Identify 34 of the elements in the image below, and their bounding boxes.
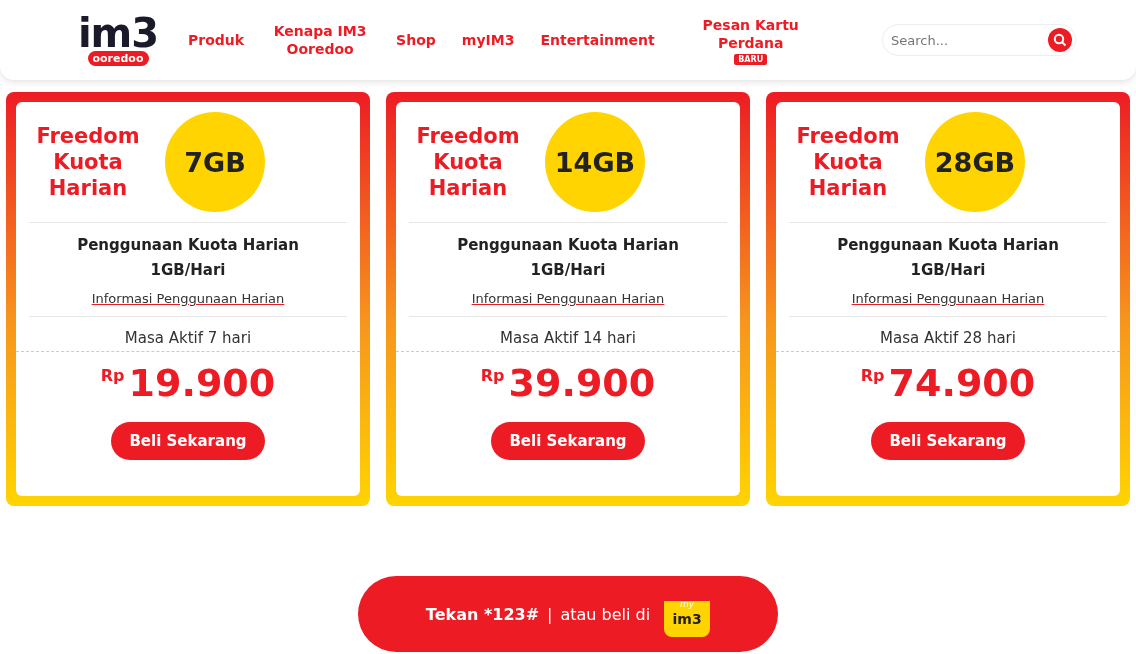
validity-text: Masa Aktif 28 hari: [880, 329, 1016, 347]
ussd-banner-button[interactable]: Tekan *123# | atau beli di my im3: [358, 576, 778, 652]
price-text: 39.900: [508, 360, 656, 406]
currency-label: Rp: [480, 366, 505, 385]
nav-link[interactable]: myIM3: [461, 31, 515, 49]
validity-text: Masa Aktif 14 hari: [500, 329, 636, 347]
usage-text: Penggunaan Kuota Harian 1GB/Hari: [456, 235, 680, 281]
info-link[interactable]: Informasi Penggunaan Harian: [851, 291, 1045, 306]
new-badge: BARU: [734, 53, 768, 65]
package-title: Freedom Kuota Harian: [35, 123, 141, 201]
quota-bubble: 7GB: [165, 112, 265, 212]
info-link[interactable]: Informasi Penggunaan Harian: [471, 291, 665, 306]
nav-link[interactable]: Shop: [396, 31, 436, 49]
buy-button[interactable]: Beli Sekarang: [491, 422, 645, 460]
brand-logo[interactable]: im3 ooredoo: [76, 14, 160, 66]
quota-bubble: 14GB: [545, 112, 645, 212]
buy-button[interactable]: Beli Sekarang: [111, 422, 265, 460]
price-text: 19.900: [128, 360, 276, 406]
quota-bubble: 28GB: [925, 112, 1025, 212]
usage-text: Penggunaan Kuota Harian 1GB/Hari: [836, 235, 1060, 281]
currency-label: Rp: [860, 366, 885, 385]
nav-link[interactable]: Pesan Kartu Perdana: [700, 15, 801, 52]
usage-text: Penggunaan Kuota Harian 1GB/Hari: [76, 235, 300, 281]
info-link[interactable]: Informasi Penggunaan Harian: [91, 291, 285, 306]
nav-link[interactable]: Kenapa IM3 Ooredoo: [270, 22, 371, 58]
validity-text: Masa Aktif 7 hari: [124, 329, 252, 347]
nav-link[interactable]: Entertainment: [540, 31, 655, 49]
buy-button[interactable]: Beli Sekarang: [871, 422, 1025, 460]
package-title: Freedom Kuota Harian: [415, 123, 521, 201]
search-field[interactable]: Search...: [882, 24, 1076, 56]
currency-label: Rp: [100, 366, 125, 385]
package-title: Freedom Kuota Harian: [795, 123, 901, 201]
price-text: 74.900: [888, 360, 1036, 406]
nav-link[interactable]: Produk: [188, 31, 245, 49]
